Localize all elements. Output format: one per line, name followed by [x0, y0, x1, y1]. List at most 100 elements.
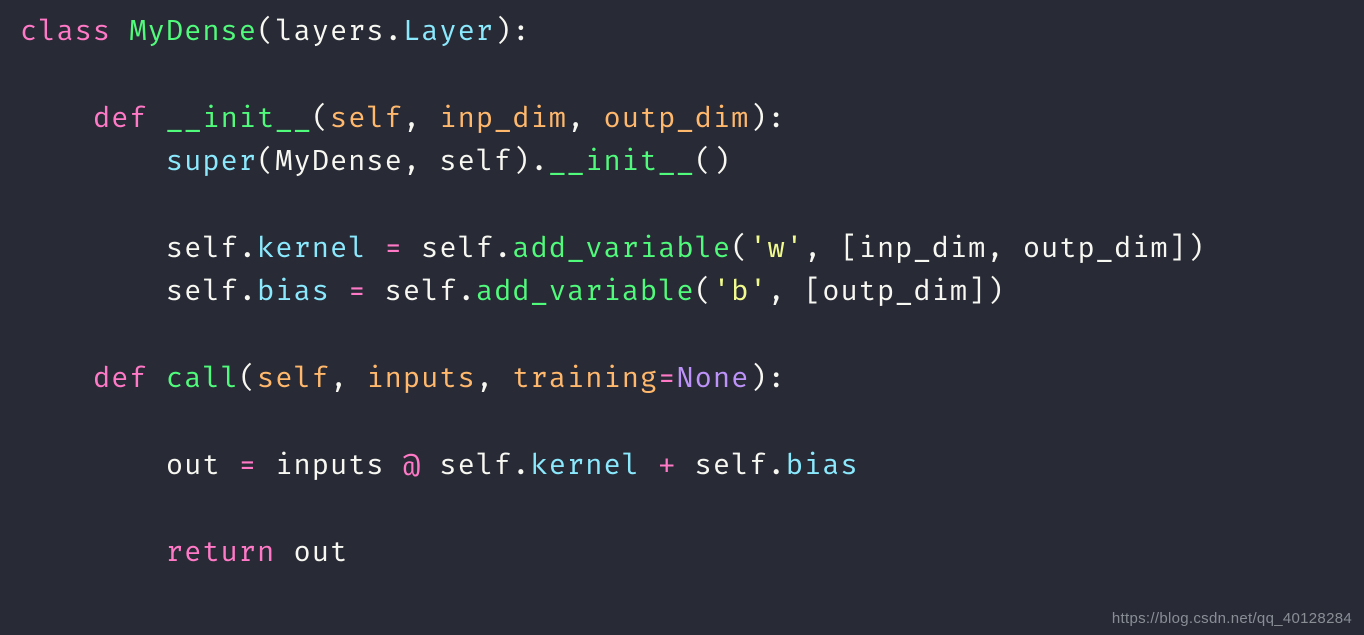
code-token: self — [439, 144, 512, 179]
code-token: , — [567, 101, 603, 136]
code-token: out — [166, 448, 221, 483]
code-token: () — [695, 144, 731, 179]
code-token: out — [293, 535, 348, 570]
code-token: ( — [312, 101, 330, 136]
code-line: super(MyDense, self).__init__() — [20, 144, 731, 179]
code-token — [257, 448, 275, 483]
code-token: 'b' — [713, 274, 768, 309]
code-token: . — [512, 448, 530, 483]
code-token: kernel — [531, 448, 640, 483]
code-token: . — [239, 274, 257, 309]
code-token — [20, 535, 166, 570]
code-token: class — [20, 14, 129, 49]
code-token: + — [658, 448, 676, 483]
code-token: , — [476, 361, 512, 396]
code-token: . — [494, 231, 512, 266]
code-token: ): — [749, 101, 785, 136]
code-token: ): — [494, 14, 530, 49]
code-token: add_variable — [512, 231, 731, 266]
code-token — [366, 231, 384, 266]
code-token: Layer — [403, 14, 494, 49]
code-token: ( — [731, 231, 749, 266]
code-token: inp_dim — [439, 101, 567, 136]
code-token: . — [385, 14, 403, 49]
code-token: ( — [257, 144, 275, 179]
code-token — [366, 274, 384, 309]
code-token: super — [166, 144, 257, 179]
code-token: ( — [695, 274, 713, 309]
code-token: def — [93, 101, 166, 136]
code-token: , — [330, 361, 366, 396]
code-token — [275, 535, 293, 570]
code-token: self — [439, 448, 512, 483]
code-token: . — [458, 274, 476, 309]
code-token: outp_dim — [1023, 231, 1169, 266]
code-token: ). — [512, 144, 548, 179]
code-token — [20, 144, 166, 179]
code-token: self — [166, 274, 239, 309]
code-token: . — [768, 448, 786, 483]
code-token: 'w' — [749, 231, 804, 266]
code-token — [640, 448, 658, 483]
code-token: kernel — [257, 231, 366, 266]
code-token: training — [512, 361, 658, 396]
code-line: self.kernel = self.add_variable('w', [in… — [20, 231, 1205, 266]
code-token: inputs — [275, 448, 384, 483]
code-line: out = inputs @ self.kernel + self.bias — [20, 448, 859, 483]
code-token: MyDense — [275, 144, 403, 179]
code-token — [221, 448, 239, 483]
code-token — [20, 448, 166, 483]
code-line: self.bias = self.add_variable('b', [outp… — [20, 274, 1005, 309]
code-token: , [ — [768, 274, 823, 309]
code-token — [330, 274, 348, 309]
code-token: self — [166, 231, 239, 266]
code-token: MyDense — [129, 14, 257, 49]
code-token: call — [166, 361, 239, 396]
code-token — [20, 361, 93, 396]
code-token: ): — [749, 361, 785, 396]
code-token: __init__ — [166, 101, 312, 136]
code-token: bias — [257, 274, 330, 309]
code-token: self — [695, 448, 768, 483]
code-token: add_variable — [476, 274, 695, 309]
code-token: ]) — [968, 274, 1004, 309]
code-token: , — [986, 231, 1022, 266]
code-token: @ — [403, 448, 421, 483]
code-token: = — [239, 448, 257, 483]
code-token: self — [385, 274, 458, 309]
code-token: , — [403, 144, 439, 179]
code-token — [20, 274, 166, 309]
code-token — [385, 448, 403, 483]
code-token: = — [658, 361, 676, 396]
code-token: def — [93, 361, 166, 396]
code-token: ( — [257, 14, 275, 49]
code-token — [421, 448, 439, 483]
code-token — [20, 101, 93, 136]
code-token: return — [166, 535, 275, 570]
code-token: , — [403, 101, 439, 136]
code-token: inputs — [366, 361, 475, 396]
code-token: outp_dim — [822, 274, 968, 309]
code-line: return out — [20, 535, 348, 570]
code-token: ( — [239, 361, 257, 396]
watermark-text: https://blog.csdn.net/qq_40128284 — [1112, 610, 1352, 627]
code-token: , [ — [804, 231, 859, 266]
code-token: None — [676, 361, 749, 396]
code-token: layers — [275, 14, 384, 49]
code-token: = — [385, 231, 403, 266]
code-token — [676, 448, 694, 483]
code-block: class MyDense(layers.Layer): def __init_… — [0, 0, 1364, 574]
code-token — [20, 231, 166, 266]
code-token: self — [257, 361, 330, 396]
code-token — [403, 231, 421, 266]
code-token: ]) — [1169, 231, 1205, 266]
code-token: self — [330, 101, 403, 136]
code-token: inp_dim — [859, 231, 987, 266]
code-line: class MyDense(layers.Layer): — [20, 14, 531, 49]
code-token: bias — [786, 448, 859, 483]
code-line: def __init__(self, inp_dim, outp_dim): — [20, 101, 786, 136]
code-token: = — [348, 274, 366, 309]
code-token: outp_dim — [603, 101, 749, 136]
code-token: self — [421, 231, 494, 266]
code-line: def call(self, inputs, training=None): — [20, 361, 786, 396]
